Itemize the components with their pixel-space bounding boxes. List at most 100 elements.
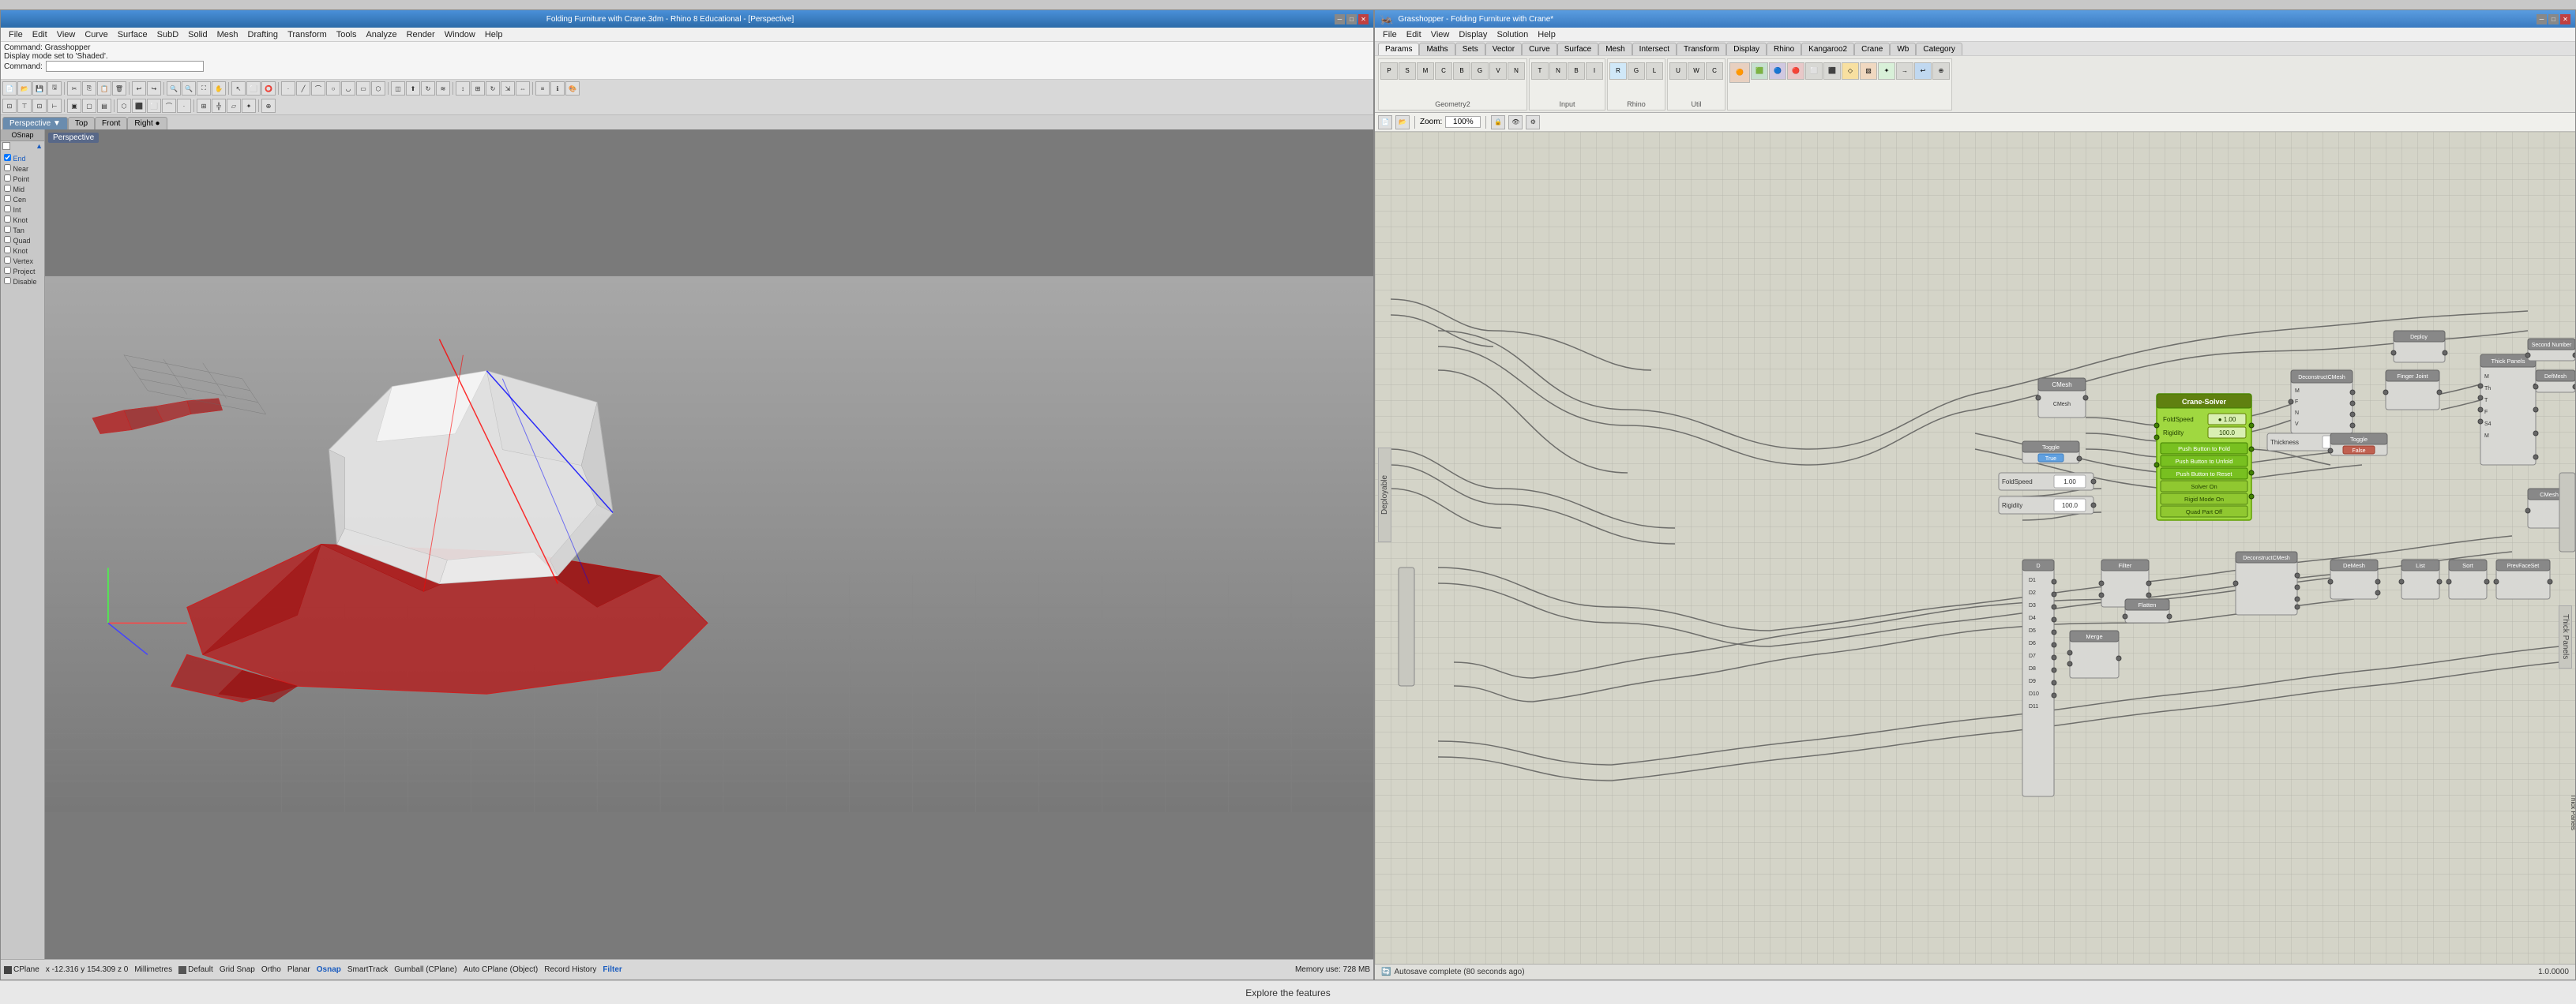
extra-icon-6[interactable]: ⬛ bbox=[1823, 62, 1841, 80]
osnap-end[interactable]: End bbox=[2, 153, 43, 163]
grid-snap-btn[interactable]: Grid Snap bbox=[220, 965, 255, 974]
osnap-project-check[interactable] bbox=[4, 267, 11, 274]
osnap-quad[interactable]: Quad bbox=[2, 235, 43, 245]
mesh-tb[interactable]: ⬡ bbox=[117, 99, 131, 113]
menu-mesh[interactable]: Mesh bbox=[212, 29, 243, 40]
maximize-button[interactable]: □ bbox=[1346, 14, 1357, 24]
gh-minimize[interactable]: ─ bbox=[2537, 14, 2547, 24]
gh-menu-view[interactable]: View bbox=[1426, 29, 1455, 40]
move-button[interactable]: ↕ bbox=[456, 81, 470, 96]
menu-window[interactable]: Window bbox=[440, 29, 480, 40]
right-tb[interactable]: ⊢ bbox=[47, 99, 62, 113]
param-icon-6[interactable]: G bbox=[1471, 62, 1489, 80]
gh-view-btn[interactable]: 👁 bbox=[1508, 115, 1523, 129]
perspective-tb[interactable]: ⊡ bbox=[2, 99, 17, 113]
extra-icon-5[interactable]: ⬜ bbox=[1805, 62, 1823, 80]
extra-icon-4[interactable]: 🔴 bbox=[1787, 62, 1804, 80]
util-icon-1[interactable]: U bbox=[1669, 62, 1687, 80]
polyline-button[interactable]: ⌒ bbox=[311, 81, 325, 96]
gh-tab-kangaroo[interactable]: Kangaroo2 bbox=[1801, 43, 1854, 55]
select-button[interactable]: ↖ bbox=[231, 81, 246, 96]
osnap-knot2-check[interactable] bbox=[4, 246, 11, 253]
gh-canvas[interactable]: CMesh CMesh Crane-Solver FoldSpeed ● 1.0… bbox=[1375, 132, 2575, 964]
copy-obj-button[interactable]: ⊞ bbox=[471, 81, 485, 96]
osnap-disable-check[interactable] bbox=[4, 277, 11, 284]
wire-btn[interactable]: ▢ bbox=[82, 99, 96, 113]
snap-planar[interactable]: ▱ bbox=[227, 99, 241, 113]
point-tb[interactable]: · bbox=[177, 99, 191, 113]
osnap-cen[interactable]: Cen bbox=[2, 194, 43, 204]
shade-btn[interactable]: ▣ bbox=[67, 99, 81, 113]
minimize-button[interactable]: ─ bbox=[1335, 14, 1345, 24]
rhino-icon-3[interactable]: L bbox=[1646, 62, 1663, 80]
snap-grid[interactable]: ⊞ bbox=[197, 99, 211, 113]
snap-ortho[interactable]: ╬ bbox=[212, 99, 226, 113]
gh-tab-mesh[interactable]: Mesh bbox=[1598, 43, 1632, 55]
new-file-button[interactable]: 📄 bbox=[2, 81, 17, 96]
gh-tab-maths[interactable]: Maths bbox=[1419, 43, 1455, 55]
point-button[interactable]: · bbox=[281, 81, 295, 96]
zoom-in-button[interactable]: 🔍 bbox=[167, 81, 181, 96]
input-icon-1[interactable]: T bbox=[1531, 62, 1549, 80]
surf-tb[interactable]: ⬜ bbox=[147, 99, 161, 113]
command-input[interactable] bbox=[46, 61, 204, 72]
osnap-knot-check[interactable] bbox=[4, 215, 11, 223]
gh-tab-crane[interactable]: Crane bbox=[1854, 43, 1890, 55]
osnap-btn[interactable]: Osnap bbox=[317, 965, 341, 974]
tab-right[interactable]: Right ● bbox=[127, 117, 167, 129]
lasso-select-button[interactable]: ⭕ bbox=[261, 81, 276, 96]
gh-tab-curve[interactable]: Curve bbox=[1522, 43, 1557, 55]
rhino-icon-2[interactable]: G bbox=[1628, 62, 1645, 80]
menu-solid[interactable]: Solid bbox=[183, 29, 212, 40]
rotate-button[interactable]: ↻ bbox=[486, 81, 500, 96]
osnap-near-check[interactable] bbox=[4, 164, 11, 171]
gh-menu-help[interactable]: Help bbox=[1533, 29, 1560, 40]
osnap-quad-check[interactable] bbox=[4, 236, 11, 243]
gumball-tb[interactable]: ⊕ bbox=[261, 99, 276, 113]
input-icon-2[interactable]: N bbox=[1549, 62, 1567, 80]
menu-edit[interactable]: Edit bbox=[28, 29, 52, 40]
rhino-icon-1[interactable]: R bbox=[1609, 62, 1627, 80]
extra-icon-12[interactable]: ⊕ bbox=[1932, 62, 1950, 80]
gh-tab-display[interactable]: Display bbox=[1726, 43, 1767, 55]
surface-from-edges[interactable]: ◫ bbox=[391, 81, 405, 96]
mirror-button[interactable]: ⇔ bbox=[516, 81, 530, 96]
filter-btn[interactable]: Filter bbox=[603, 965, 621, 974]
gumball-btn[interactable]: Gumball (CPlane) bbox=[394, 965, 456, 974]
menu-drafting[interactable]: Drafting bbox=[243, 29, 284, 40]
loft-button[interactable]: ≋ bbox=[436, 81, 450, 96]
osnap-knot[interactable]: Knot bbox=[2, 215, 43, 225]
osnap-point[interactable]: Point bbox=[2, 174, 43, 184]
osnap-int-check[interactable] bbox=[4, 205, 11, 212]
osnap-disable[interactable]: Disable bbox=[2, 276, 43, 287]
arc-button[interactable]: ◡ bbox=[341, 81, 355, 96]
osnap-point-check[interactable] bbox=[4, 174, 11, 182]
osnap-mid-check[interactable] bbox=[4, 185, 11, 192]
input-icon-4[interactable]: I bbox=[1586, 62, 1603, 80]
param-icon-4[interactable]: C bbox=[1435, 62, 1452, 80]
param-icon-7[interactable]: V bbox=[1489, 62, 1507, 80]
copy-button[interactable]: ⎘ bbox=[82, 81, 96, 96]
line-button[interactable]: ╱ bbox=[296, 81, 310, 96]
gh-menu-file[interactable]: File bbox=[1378, 29, 1402, 40]
util-icon-3[interactable]: C bbox=[1706, 62, 1723, 80]
osnap-tan-check[interactable] bbox=[4, 226, 11, 233]
menu-render[interactable]: Render bbox=[402, 29, 440, 40]
osnap-toggle-checkbox[interactable] bbox=[2, 142, 10, 150]
param-icon-8[interactable]: N bbox=[1508, 62, 1525, 80]
osnap-near[interactable]: Near bbox=[2, 163, 43, 174]
osnap-tan[interactable]: Tan bbox=[2, 225, 43, 235]
render-button[interactable]: 🎨 bbox=[565, 81, 580, 96]
extra-icon-9[interactable]: ✦ bbox=[1878, 62, 1895, 80]
smarttrack-btn[interactable]: SmartTrack bbox=[347, 965, 388, 974]
gh-tab-transform[interactable]: Transform bbox=[1677, 43, 1726, 55]
extra-icon-3[interactable]: 🔵 bbox=[1769, 62, 1786, 80]
osnap-int[interactable]: Int bbox=[2, 204, 43, 215]
extrude-button[interactable]: ⬆ bbox=[406, 81, 420, 96]
record-history-btn[interactable]: Record History bbox=[544, 965, 596, 974]
osnap-knot2[interactable]: Knot bbox=[2, 245, 43, 256]
menu-surface[interactable]: Surface bbox=[113, 29, 152, 40]
ortho-btn[interactable]: Ortho bbox=[261, 965, 281, 974]
curve-tb[interactable]: ⌒ bbox=[162, 99, 176, 113]
gh-menu-solution[interactable]: Solution bbox=[1492, 29, 1533, 40]
